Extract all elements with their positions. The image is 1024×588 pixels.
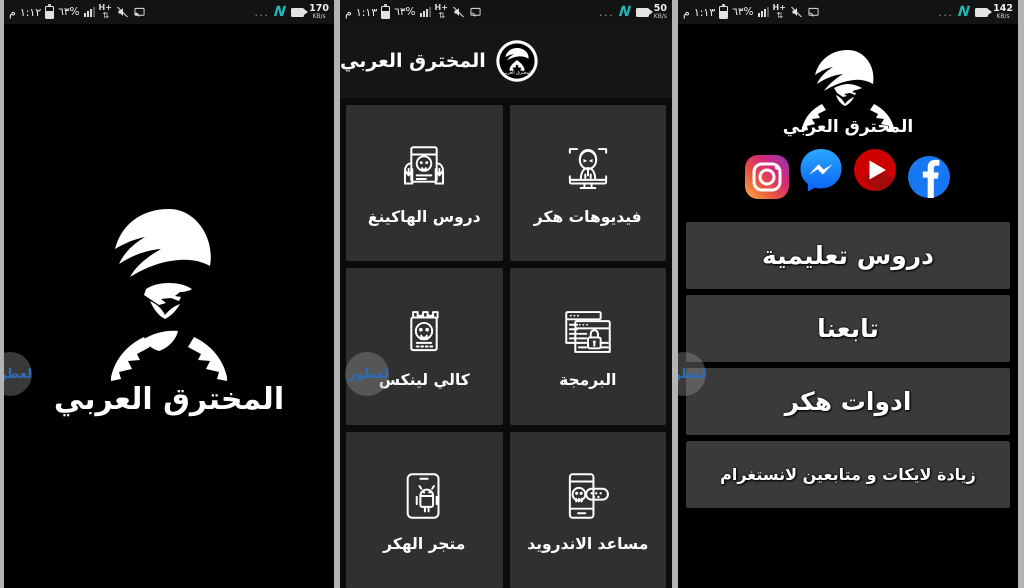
phone-android-icon (406, 473, 440, 519)
menu-buttons: دروس تعليمية تابعنا ادوات هكر زيادة لايك… (678, 222, 1018, 508)
tile-label: كالي لينكس (378, 371, 470, 390)
battery-percent-2: %٦٣ (394, 6, 416, 18)
hacker-at-computer-icon (568, 148, 607, 190)
carrier-logo-icon: N (618, 4, 632, 20)
tile-label: دروس الهاكينغ (367, 208, 481, 227)
status-bar-1: م ١:١٢ %٦٣ H+ ⇅ ... N 170 KB/s (4, 0, 334, 24)
hplus-icon: H+ ⇅ (98, 3, 112, 20)
app-logo-badge-icon: المخترق العربي (496, 40, 538, 82)
tile-programming[interactable]: البرمجة (509, 268, 666, 425)
splash-body: المخترق العربي (4, 24, 334, 588)
overflow-dots-1: ... (254, 5, 270, 19)
screen-splash: م ١:١٢ %٦٣ H+ ⇅ ... N 170 KB/s المخترق ا… (4, 0, 334, 588)
camera-icon (291, 7, 309, 17)
button-instagram-boost[interactable]: زيادة لايكات و متابعين لانستغرام (686, 441, 1010, 508)
cast-icon (469, 7, 482, 18)
phone-skull-icon (568, 473, 609, 519)
button-hacker-tools[interactable]: ادوات هكر (686, 368, 1010, 435)
status-time-3: ١:١٣ (693, 5, 716, 19)
carrier-logo-icon: N (957, 4, 971, 20)
battery-icon (719, 3, 729, 19)
battery-icon (45, 3, 55, 19)
cast-icon (807, 7, 820, 18)
speed-unit-2: KB/s (653, 12, 667, 20)
status-right-2: ... N 50 KB/s (599, 4, 667, 20)
overflow-dots-3: ... (938, 5, 954, 19)
hplus-icon: H+ ⇅ (434, 3, 448, 20)
speed-unit-3: KB/s (996, 12, 1010, 20)
battery-percent-3: %٦٣ (732, 6, 754, 18)
app-bar: المخترق العربي المخترق العربي (340, 24, 672, 98)
carrier-logo-icon: N (273, 4, 287, 20)
battery-percent-1: %٦٣ (58, 6, 80, 18)
button-label: ادوات هكر (784, 387, 912, 416)
network-speed-2: 50 KB/s (654, 4, 667, 20)
browser-windows-lock-icon (565, 311, 611, 354)
signal-bars-icon (419, 7, 431, 17)
cast-icon (133, 7, 146, 18)
status-meridiem-3: م (683, 5, 690, 19)
status-left-2: م ١:١٣ %٦٣ H+ ⇅ (345, 3, 482, 20)
signal-bars-icon (757, 7, 769, 17)
tile-hacking-lessons[interactable]: دروس الهاكينغ (346, 105, 503, 262)
button-label: تابعنا (817, 314, 879, 343)
status-right-3: ... N 142 KB/s (938, 4, 1013, 20)
button-follow-us[interactable]: تابعنا (686, 295, 1010, 362)
menu-body: المخترق العربي دروس تعليمية تابعنا ادوات… (678, 24, 1018, 588)
tile-grid: فيديوهات هكر دروس الهاكينغ البرمجة كالي … (340, 98, 672, 588)
app-bar-title: المخترق العربي (340, 50, 486, 72)
app-logo-text: المخترق العربي (783, 117, 913, 137)
mute-icon (116, 6, 129, 18)
tile-label: البرمجة (559, 371, 617, 390)
hands-skull-laptop-icon (404, 146, 445, 185)
status-meridiem-1: م (9, 5, 16, 19)
status-right-1: ... N 170 KB/s (254, 4, 329, 20)
youtube-icon[interactable] (851, 146, 899, 194)
button-label: زيادة لايكات و متابعين لانستغرام (720, 465, 976, 484)
mute-icon (790, 6, 803, 18)
signal-bars-icon (83, 7, 95, 17)
tile-label: فيديوهات هكر (533, 208, 642, 227)
hplus-icon: H+ ⇅ (772, 3, 786, 20)
tile-hacker-videos[interactable]: فيديوهات هكر (509, 105, 666, 262)
status-bar-3: م ١:١٣ %٦٣ H+ ⇅ ... N 142 KB/s (678, 0, 1018, 24)
overflow-dots-2: ... (599, 5, 615, 19)
tile-hacker-store[interactable]: متجر الهكر (346, 431, 503, 588)
app-logo-text: المخترق العربي (54, 382, 284, 417)
status-left-3: م ١:١٣ %٦٣ H+ ⇅ (683, 3, 820, 20)
messenger-icon[interactable] (797, 146, 845, 194)
screen-menu: م ١:١٣ %٦٣ H+ ⇅ ... N 142 KB/s المخترق ا… (678, 0, 1018, 588)
status-meridiem-2: م (345, 5, 352, 19)
tile-kali-linux[interactable]: كالي لينكس (346, 268, 503, 425)
screenshot-stage: م ١:١٢ %٦٣ H+ ⇅ ... N 170 KB/s المخترق ا… (0, 0, 1024, 588)
tile-label: متجر الهكر (383, 534, 466, 553)
camera-icon (635, 7, 653, 17)
camera-icon (975, 7, 993, 17)
status-left-1: م ١:١٢ %٦٣ H+ ⇅ (9, 3, 146, 20)
tile-label: مساعد الاندرويد (527, 534, 649, 553)
speed-unit-1: KB/s (312, 12, 326, 20)
social-links (743, 146, 953, 208)
status-bar-2: م ١:١٣ %٦٣ H+ ⇅ ... N 50 KB/s (340, 0, 672, 24)
network-speed-1: 170 KB/s (309, 4, 329, 20)
button-educational-lessons[interactable]: دروس تعليمية (686, 222, 1010, 289)
app-logo-hacker-icon: المخترق العربي (54, 209, 284, 417)
mute-icon (452, 6, 465, 18)
tile-android-assistant[interactable]: مساعد الاندرويد (509, 431, 666, 588)
app-logo-hacker-icon: المخترق العربي (783, 50, 913, 137)
screen-home-grid: م ١:١٣ %٦٣ H+ ⇅ ... N 50 KB/s المخترق ال… (340, 0, 672, 588)
status-time-1: ١:١٢ (19, 5, 42, 19)
instagram-icon[interactable] (743, 153, 791, 201)
badge-text: المخترق العربي (502, 70, 532, 76)
button-label: دروس تعليمية (762, 241, 934, 270)
network-speed-3: 142 KB/s (993, 4, 1013, 20)
facebook-icon[interactable] (905, 153, 953, 201)
status-time-2: ١:١٣ (355, 5, 378, 19)
skull-dragon-box-icon (410, 311, 439, 352)
battery-icon (381, 3, 391, 19)
